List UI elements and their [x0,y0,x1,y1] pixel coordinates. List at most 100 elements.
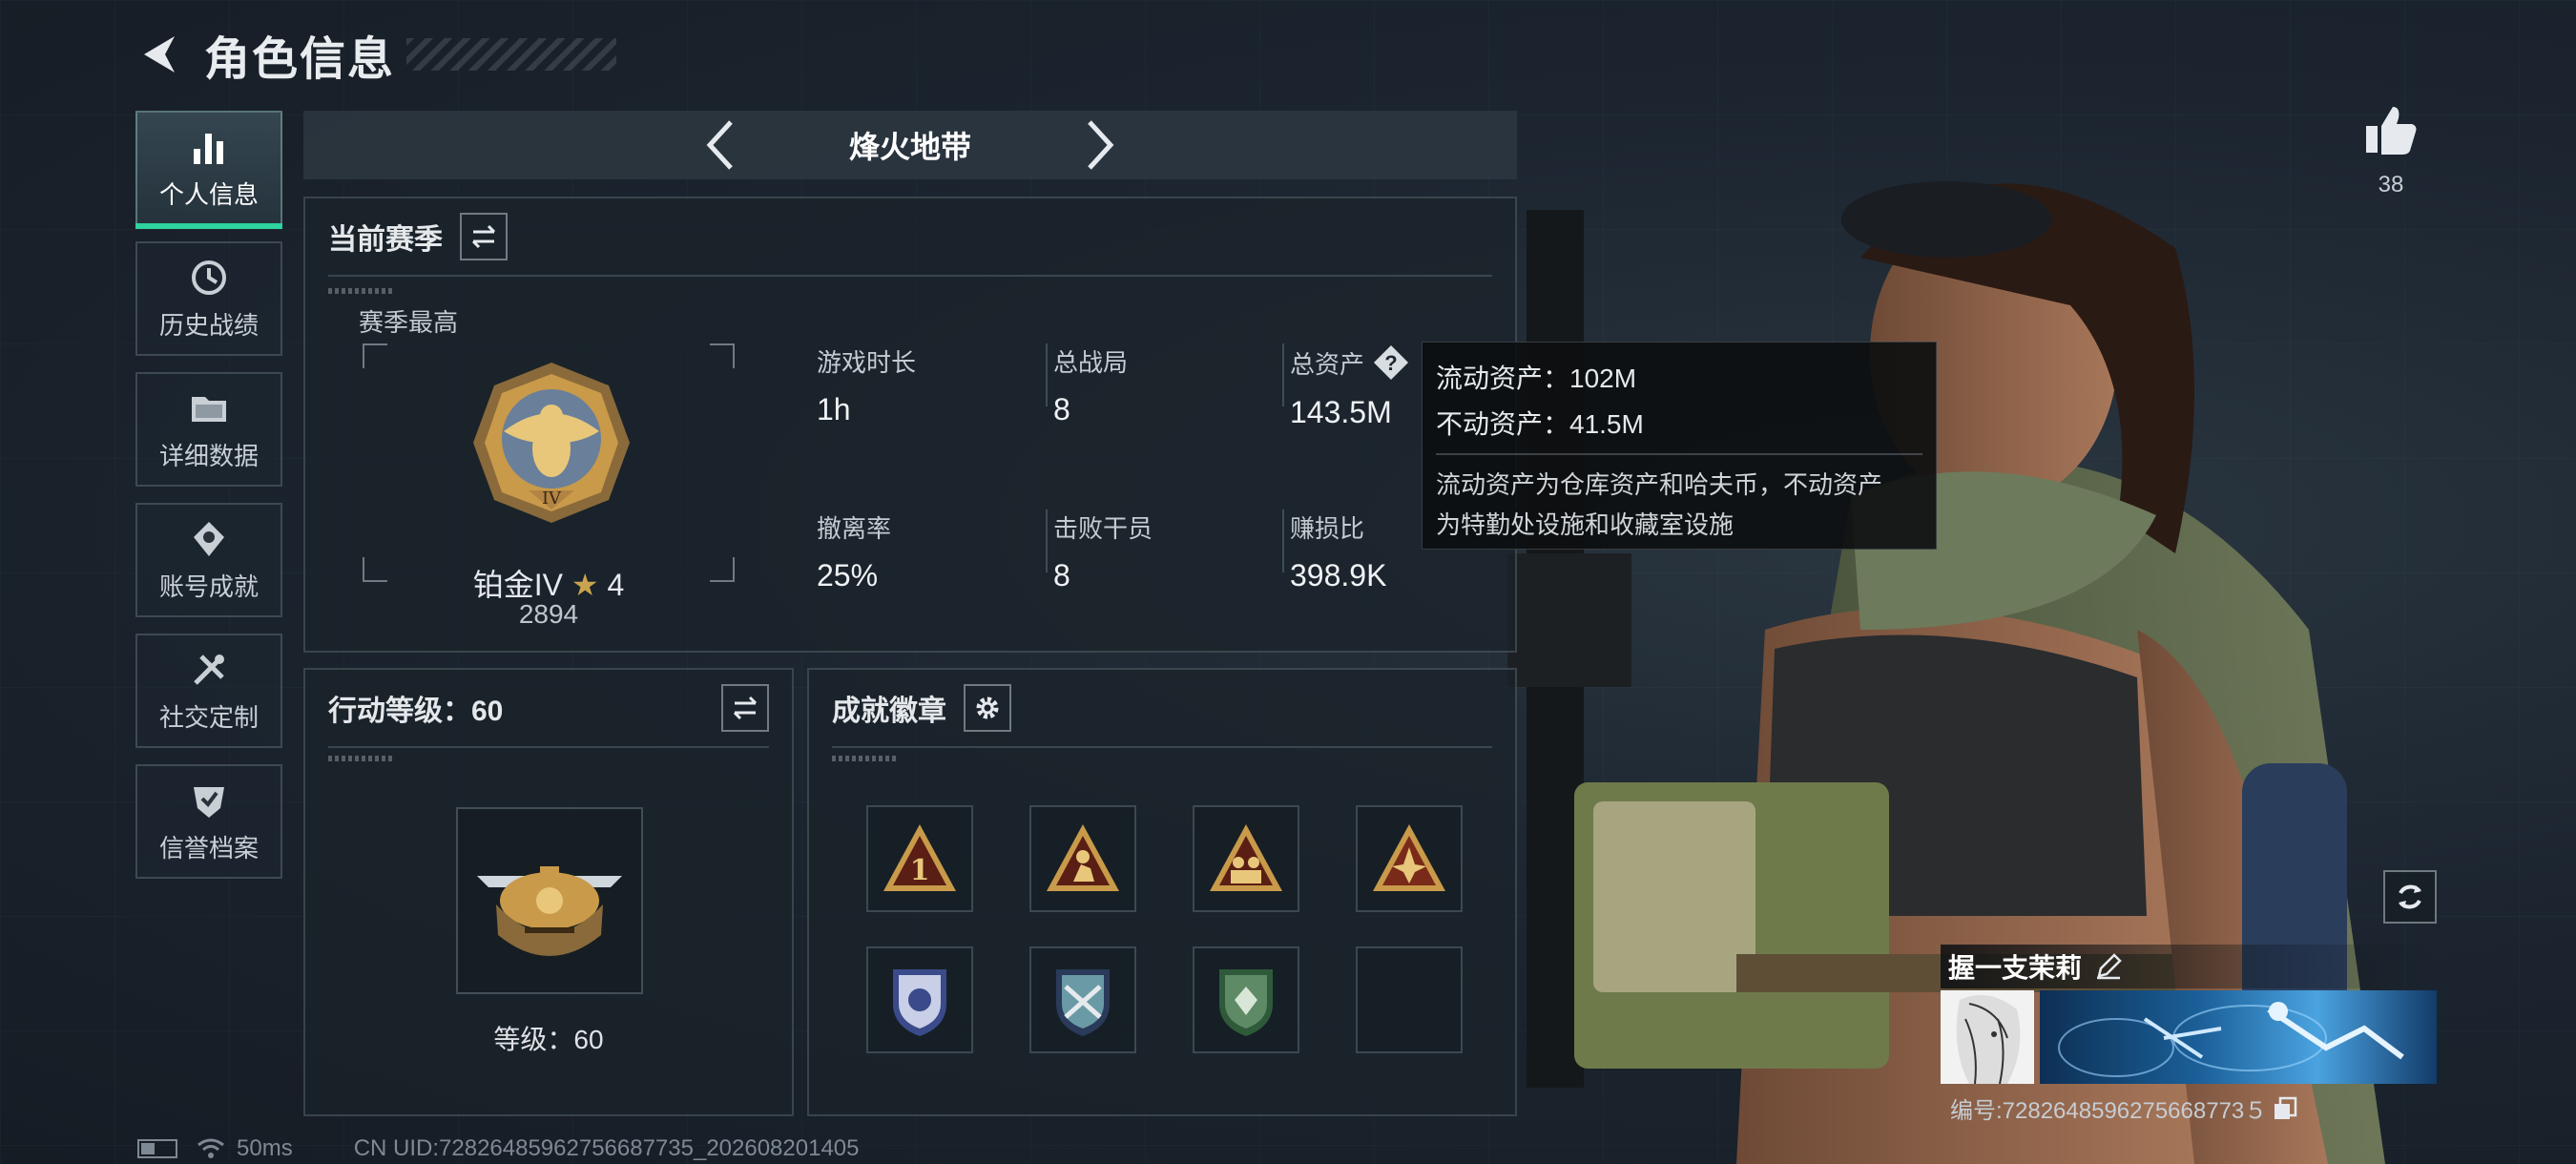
stat-label: 总资产 [1290,349,1365,379]
badge-slot-6[interactable] [1029,946,1136,1053]
sidebar-item-detailed-data[interactable]: 详细数据 [135,372,282,487]
back-arrow-icon [144,36,175,73]
stat-value: 8 [1053,392,1070,426]
status-bar: 50ms CN UID:72826485962756687735_2026082… [137,1135,860,1162]
stat-value: 143.5M [1290,395,1392,429]
ping-text: 50ms [237,1135,293,1161]
stat-value: 1h [817,392,851,426]
sidebar-item-social[interactable]: 社交定制 [135,634,282,748]
season-title: 当前赛季 [328,224,443,256]
stat-value: 398.9K [1290,558,1387,592]
badge-slot-5[interactable] [866,946,973,1053]
wifi-icon [197,1138,224,1158]
gear-icon [976,696,999,719]
badge-slot-1[interactable]: 1 [866,805,973,912]
explosion-badge-icon [1373,824,1445,891]
player-card: 握一支茉莉 编号:7282648596275668773５ [1941,945,2437,1125]
stat-divider [1282,343,1284,406]
police-shield-badge-icon [893,969,946,1036]
player-banner[interactable] [2040,990,2437,1084]
copy-icon[interactable] [2273,1096,2297,1121]
player-name: 握一支茉莉 [1948,953,2083,983]
player-id: 编号:7282648596275668773５ [1950,1098,2268,1124]
svg-text:IV: IV [542,488,562,509]
folder-icon [192,396,226,422]
bar-chart-icon [194,133,223,164]
edit-pencil-icon[interactable] [2095,953,2122,980]
season-switch-button[interactable] [460,213,508,260]
badge-slot-3[interactable] [1193,805,1299,912]
platinum-rank-emblem: IV [473,363,630,523]
action-level-panel: 行动等级：60 等级：60 [303,668,794,1116]
star-icon: ★ [571,568,599,602]
page-header: 角色信息 [134,21,617,88]
stat-play-time: 游戏时长 1h [817,343,916,427]
badges-panel-header: 成就徽章 [809,670,1515,746]
tooltip-description-line2: 为特勤处设施和收藏室设施 [1436,510,1735,539]
sidebar-item-reputation[interactable]: 信誉档案 [135,764,282,879]
stat-operators-defeated: 击败干员 8 [1053,509,1153,593]
stat-divider [1046,509,1048,572]
chevron-right-icon [1088,120,1114,170]
sidebar-item-label: 社交定制 [158,702,259,732]
level-emblem-frame [456,807,643,994]
stat-value: 8 [1053,558,1070,592]
refresh-button[interactable] [2383,870,2437,924]
player-id-row: 编号:7282648596275668773５ [1941,1091,2437,1125]
season-best-label: 赛季最高 [359,308,459,337]
tooltip-description-line1: 流动资产为仓库资产和哈夫币，不动资产 [1436,470,1883,499]
refresh-icon [2399,884,2421,909]
helicopter-emblem-icon [477,866,622,956]
level-panel-header: 行动等级：60 [305,670,792,746]
back-button[interactable] [134,28,187,81]
level-value-text: 等级：60 [493,1025,604,1054]
sidebar-item-label: 个人信息 [158,179,259,209]
help-icon[interactable]: ? [1372,343,1410,382]
badges-settings-button[interactable] [964,684,1011,732]
green-shield-badge-icon [1219,969,1273,1036]
title-decoration [406,38,617,71]
history-clock-icon [192,260,226,295]
badge-slot-8-empty[interactable] [1356,946,1463,1053]
mode-next-button[interactable] [1072,116,1130,174]
sidebar-item-label: 详细数据 [158,441,259,470]
tooltip-fixed-assets: 不动资产：41.5M [1436,409,1644,439]
decoration [328,288,395,294]
frame-corner [710,343,735,368]
svg-text:?: ? [1384,351,1397,375]
stat-total-matches: 总战局 8 [1053,343,1128,427]
like-button[interactable] [2362,101,2420,158]
page-title: 角色信息 [204,34,396,85]
badge-slot-4[interactable] [1356,805,1463,912]
decoration [832,756,899,761]
player-name-row: 握一支茉莉 [1941,945,2437,988]
badge-slot-7[interactable] [1193,946,1299,1053]
rank-name: 铂金IV [472,568,563,602]
level-switch-button[interactable] [721,684,769,732]
sidebar-item-personal-info[interactable]: 个人信息 [135,111,282,229]
sidebar-item-label: 信誉档案 [158,833,259,863]
sidebar-item-achievements[interactable]: 账号成就 [135,503,282,617]
like-count: 38 [2378,172,2404,197]
swap-icon [471,224,496,249]
sidebar-item-history[interactable]: 历史战绩 [135,241,282,356]
stat-label: 游戏时长 [817,348,917,377]
svg-text:1: 1 [910,854,930,887]
sidebar: 个人信息 历史战绩 详细数据 账号成就 社交定制 信誉档案 [135,111,282,895]
avatar-sketch-icon [1956,994,2021,1084]
sidebar-item-label: 账号成就 [158,572,259,601]
frame-corner [363,343,387,368]
badge-slot-2[interactable] [1029,805,1136,912]
avatar[interactable] [1941,990,2034,1084]
chevron-left-icon [706,120,733,170]
player-card-images [1941,990,2437,1084]
achievement-badge-icon [194,521,224,556]
stat-label-row: 总资产 ? [1290,343,1410,382]
stat-label: 击败干员 [1053,514,1153,543]
divider [328,275,1492,277]
stat-extraction-rate: 撤离率 25% [817,509,891,593]
rank-score: 2894 [518,599,579,629]
mode-prev-button[interactable] [691,116,748,174]
squad-badge-icon [1210,824,1282,891]
badges-title: 成就徽章 [832,696,946,727]
